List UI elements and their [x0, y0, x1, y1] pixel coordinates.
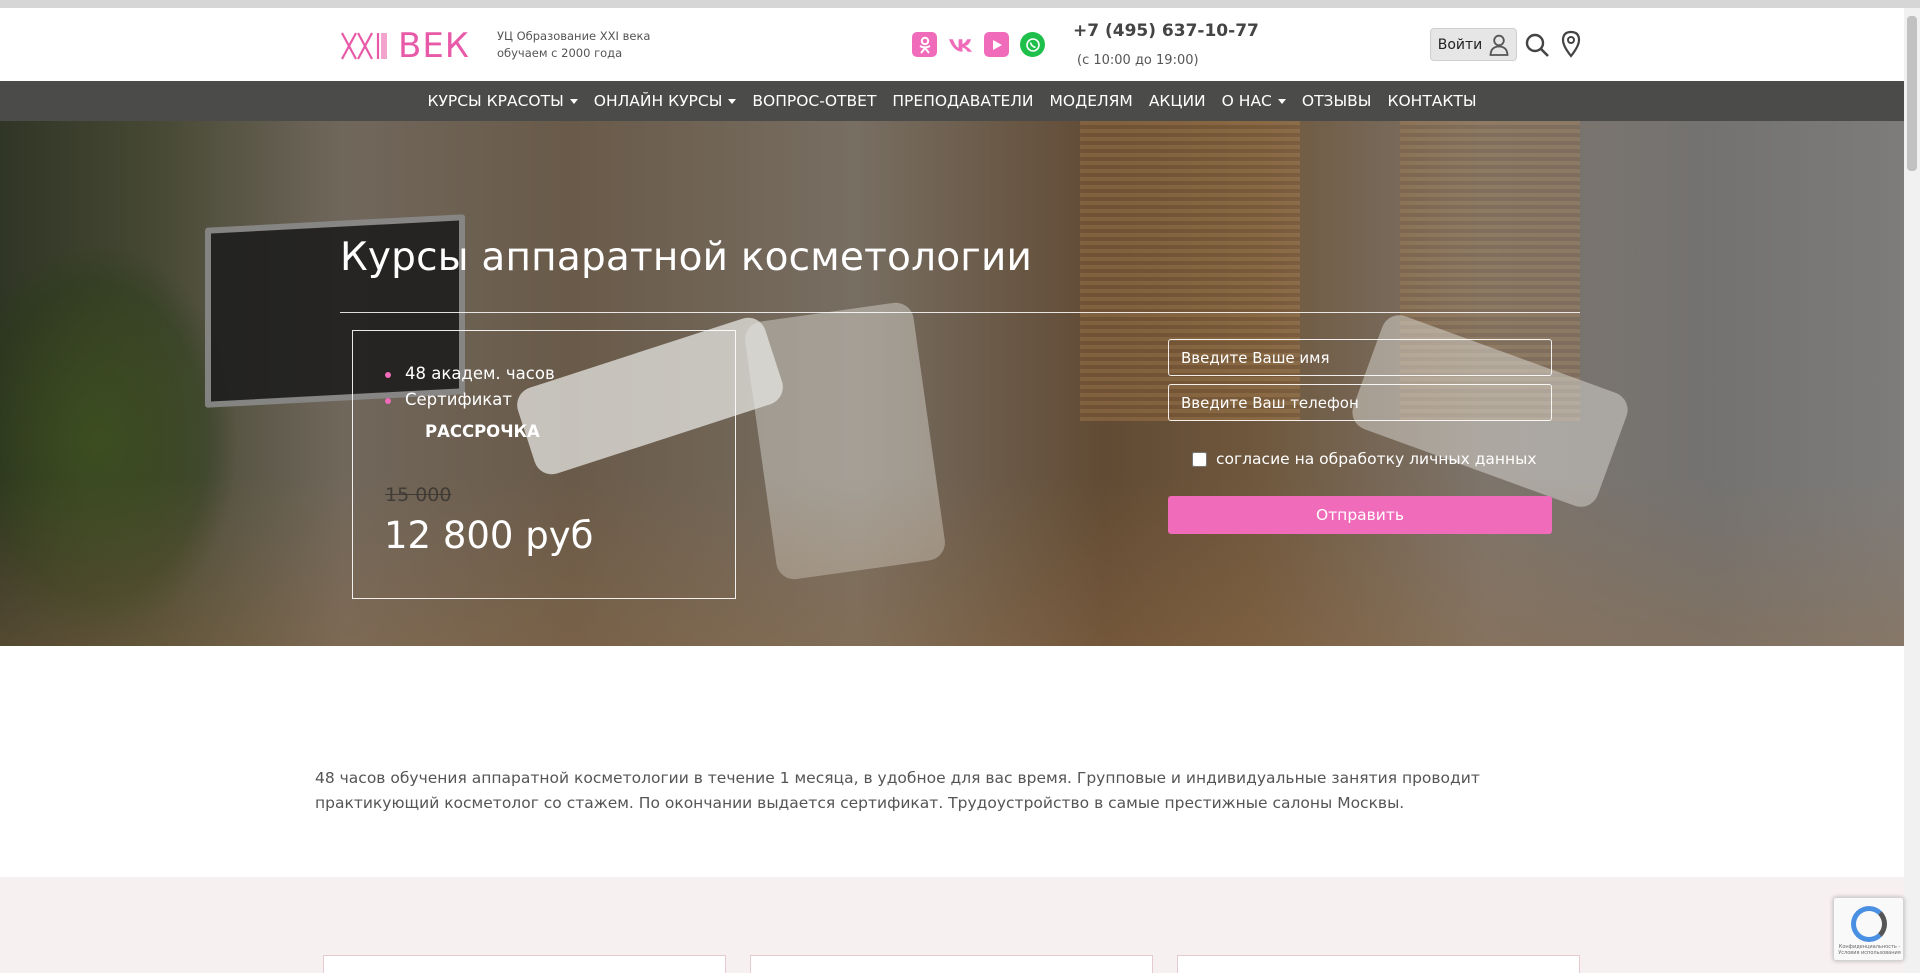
recaptcha-text: Конфиденциальность - Условия использован… — [1838, 944, 1901, 956]
nav-label: ОНЛАЙН КУРСЫ — [593, 92, 723, 110]
main-nav: КУРСЫ КРАСОТЫ ОНЛАЙН КУРСЫ ВОПРОС-ОТВЕТ … — [0, 81, 1904, 121]
nav-label: ОТЗЫВЫ — [1301, 92, 1372, 110]
feature-item: Сертификат — [385, 387, 555, 413]
old-price: 15 000 — [385, 484, 452, 506]
hero-bg-blind — [1080, 121, 1300, 421]
nav-item-contacts[interactable]: КОНТАКТЫ — [1379, 92, 1484, 110]
nav-item-promotions[interactable]: АКЦИИ — [1141, 92, 1214, 110]
phone-number[interactable]: +7 (495) 637-10-77 — [1073, 21, 1259, 41]
tagline: УЦ Образование XXI века обучаем с 2000 г… — [497, 28, 650, 62]
course-description: 48 часов обучения аппаратной косметологи… — [315, 769, 1480, 812]
course-card[interactable] — [750, 955, 1153, 973]
nav-label: КОНТАКТЫ — [1387, 92, 1477, 110]
logo-text: ВЕК — [398, 26, 470, 66]
map-pin-icon[interactable] — [1560, 30, 1582, 58]
whatsapp-icon[interactable] — [1020, 32, 1045, 57]
site-header: ВЕК УЦ Образование XXI века обучаем с 20… — [0, 8, 1904, 81]
feature-hours: 48 академ. часов — [405, 364, 555, 383]
installment-label: РАССРОЧКА — [425, 422, 540, 441]
nav-label: ВОПРОС-ОТВЕТ — [752, 92, 877, 110]
nav-label: АКЦИИ — [1148, 92, 1206, 110]
consent-row[interactable]: согласие на обработку личных данных — [1192, 450, 1537, 468]
nav-item-online-courses[interactable]: ОНЛАЙН КУРСЫ — [586, 92, 745, 110]
hero-divider — [340, 312, 1580, 313]
bullet-icon — [385, 398, 391, 404]
consent-label: согласие на обработку личных данных — [1216, 450, 1537, 468]
course-card[interactable] — [323, 955, 726, 973]
youtube-icon[interactable] — [984, 32, 1009, 57]
logo-mark-icon — [341, 32, 387, 60]
nav-item-reviews[interactable]: ОТЗЫВЫ — [1294, 92, 1380, 110]
consent-checkbox[interactable] — [1192, 451, 1207, 467]
tagline-line2: обучаем с 2000 года — [497, 46, 623, 60]
hero-section: Курсы аппаратной косметологии 48 академ.… — [0, 121, 1904, 646]
course-features: 48 академ. часов Сертификат — [385, 361, 555, 413]
nav-label: КУРСЫ КРАСОТЫ — [427, 92, 564, 110]
search-icon[interactable] — [1524, 32, 1550, 58]
social-links — [912, 32, 1045, 57]
caret-down-icon — [569, 98, 578, 104]
login-label: Войти — [1437, 36, 1483, 53]
scrollbar[interactable] — [1904, 8, 1920, 973]
feature-certificate: Сертификат — [405, 390, 513, 409]
submit-button[interactable]: Отправить — [1168, 496, 1552, 534]
scrollbar-thumb[interactable] — [1907, 16, 1917, 171]
recaptcha-icon — [1851, 906, 1887, 942]
course-card[interactable] — [1177, 955, 1580, 973]
logo[interactable]: ВЕК — [340, 26, 470, 66]
nav-label: МОДЕЛЯМ — [1049, 92, 1133, 110]
recaptcha-badge[interactable]: Конфиденциальность - Условия использован… — [1833, 897, 1904, 961]
nav-item-beauty-courses[interactable]: КУРСЫ КРАСОТЫ — [419, 92, 585, 110]
nav-label: О НАС — [1221, 92, 1272, 110]
working-hours: (с 10:00 до 19:00) — [1077, 53, 1199, 68]
hero-bg-floor — [0, 476, 1904, 646]
feature-item: 48 академ. часов — [385, 361, 555, 387]
phone-input[interactable] — [1168, 384, 1552, 421]
name-input[interactable] — [1168, 339, 1552, 376]
login-button[interactable]: Войти — [1430, 28, 1517, 61]
nav-item-about[interactable]: О НАС — [1214, 92, 1294, 110]
course-info-box: 48 академ. часов Сертификат РАССРОЧКА 15… — [352, 330, 736, 599]
tagline-line1: УЦ Образование XXI века — [497, 29, 651, 43]
page-title: Курсы аппаратной косметологии — [340, 235, 1033, 280]
top-strip — [0, 0, 1920, 8]
nav-item-models[interactable]: МОДЕЛЯМ — [1042, 92, 1141, 110]
user-icon — [1489, 34, 1509, 56]
nav-item-teachers[interactable]: ПРЕПОДАВАТЕЛИ — [884, 92, 1041, 110]
nav-label: ПРЕПОДАВАТЕЛИ — [892, 92, 1034, 110]
bullet-icon — [385, 372, 391, 378]
current-price: 12 800 руб — [384, 514, 594, 557]
nav-item-faq[interactable]: ВОПРОС-ОТВЕТ — [744, 92, 884, 110]
odnoklassniki-icon[interactable] — [912, 32, 937, 57]
caret-down-icon — [728, 98, 737, 104]
caret-down-icon — [1277, 98, 1286, 104]
vk-icon[interactable] — [948, 32, 973, 57]
